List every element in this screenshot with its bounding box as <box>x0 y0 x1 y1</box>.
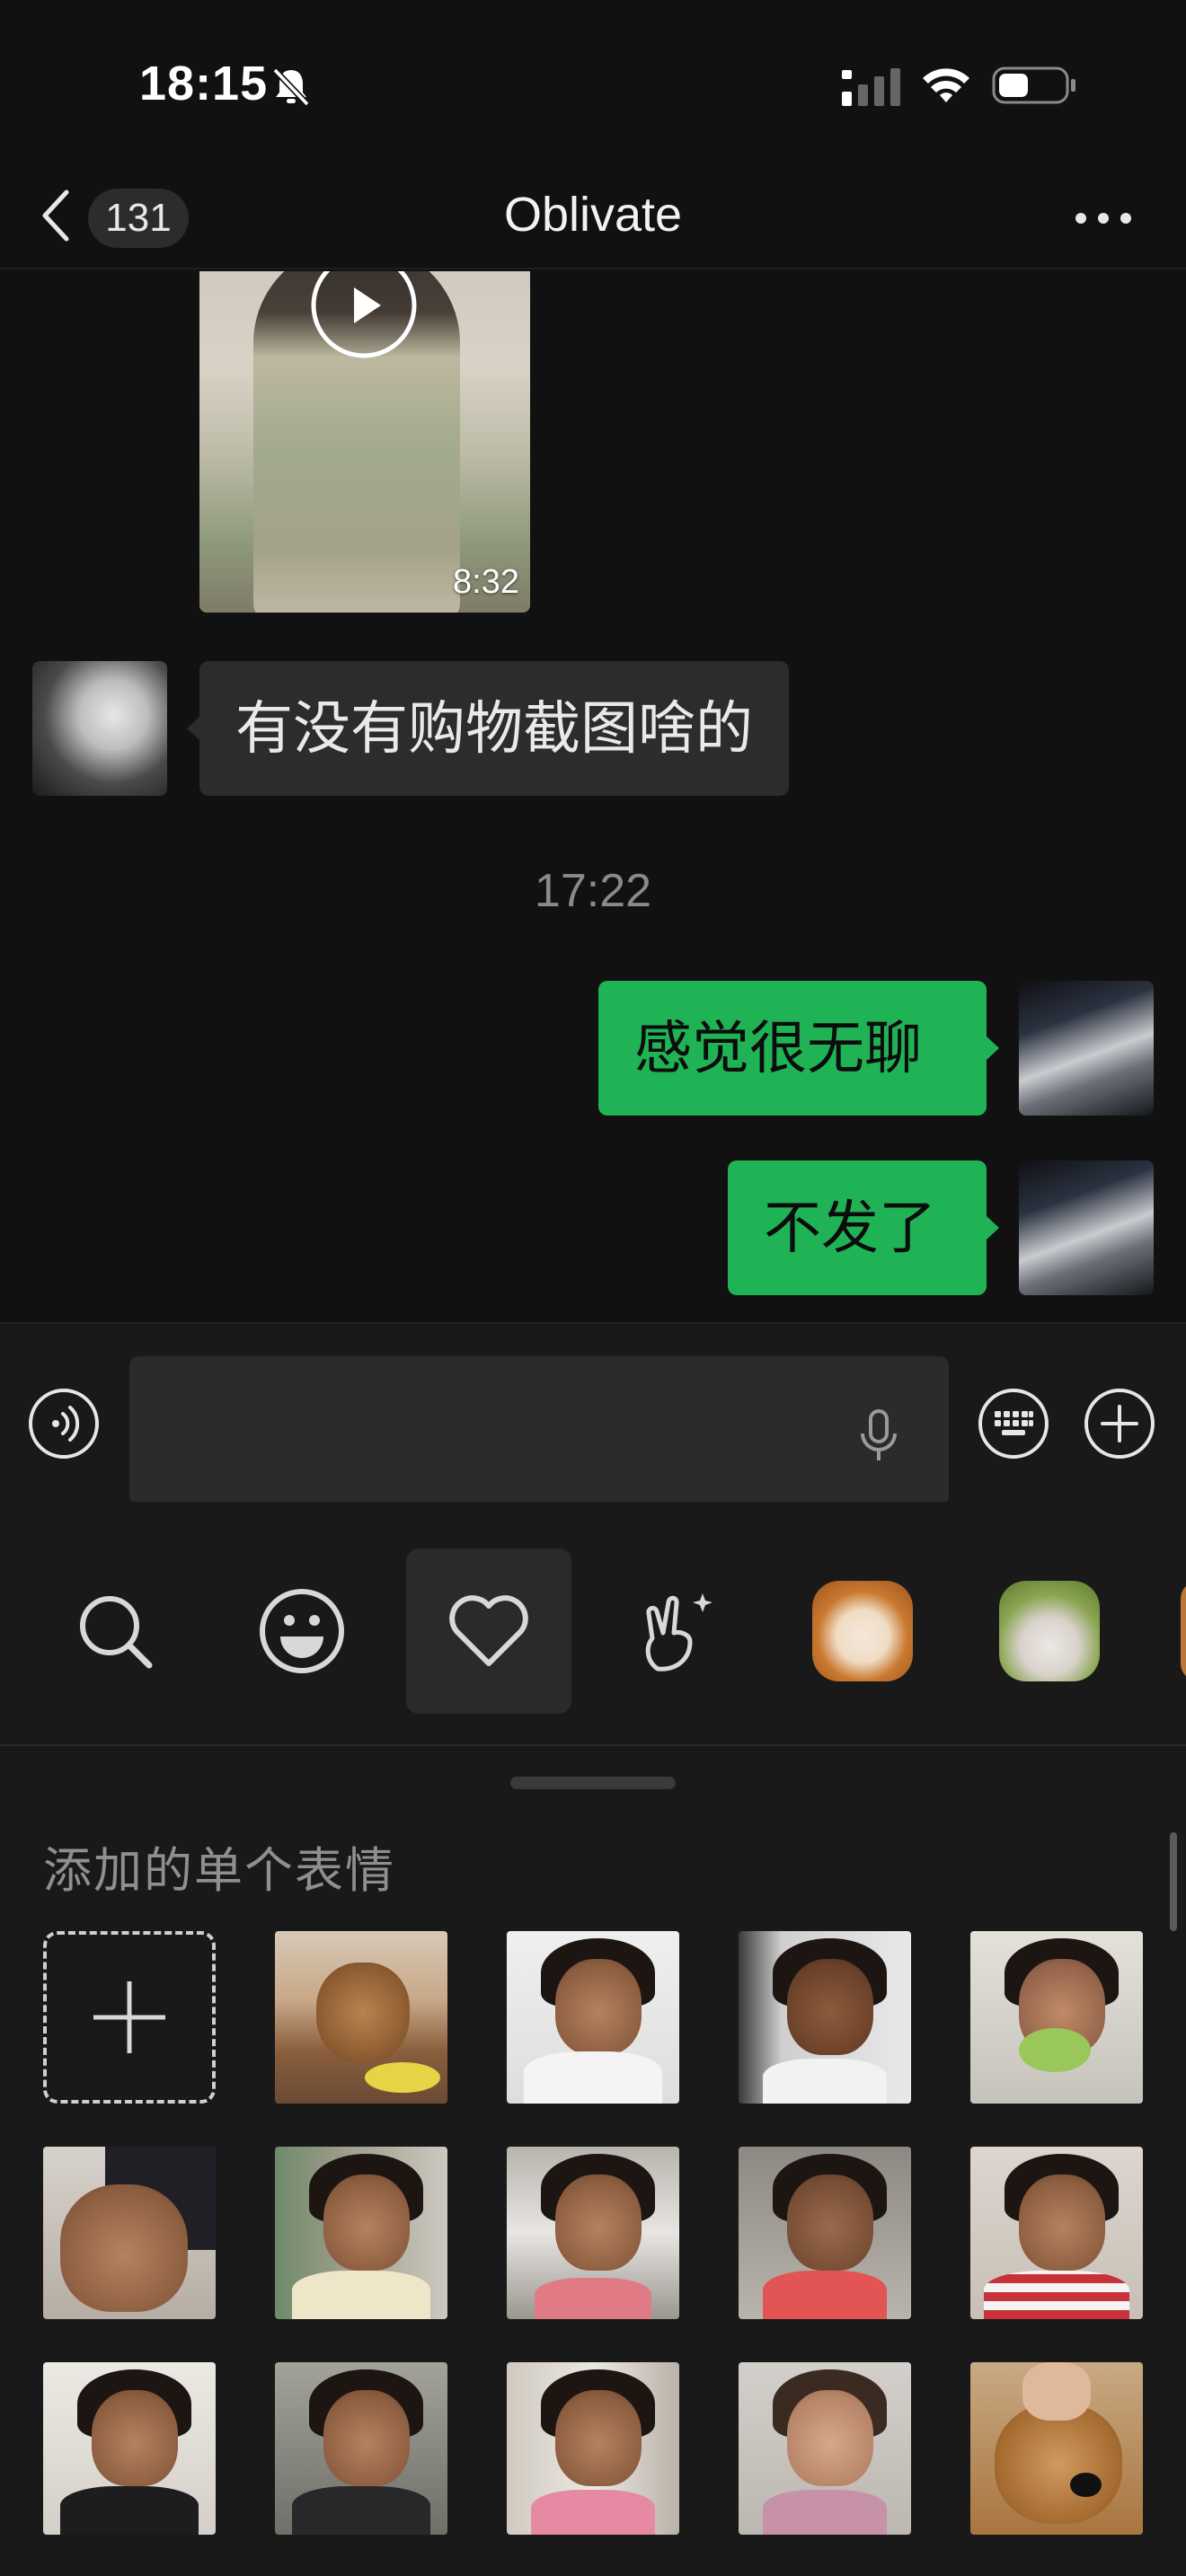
sticker-item[interactable] <box>275 2362 447 2535</box>
my-avatar[interactable] <box>1019 1160 1154 1295</box>
message-text: 感觉很无聊 <box>634 1016 922 1081</box>
sticker-item[interactable] <box>970 2362 1143 2535</box>
victory-hand-icon <box>645 1593 712 1672</box>
sticker-tab-bar <box>0 1502 1186 1746</box>
sticker-item[interactable] <box>970 2147 1143 2319</box>
message-list[interactable]: 8:32 有没有购物截图啥的 17:22 感觉很无聊 不发了 <box>0 271 1186 1322</box>
keyboard-toggle-icon[interactable] <box>977 1387 1050 1460</box>
section-title: 添加的单个表情 <box>43 1844 395 1898</box>
tab-emoji[interactable] <box>219 1548 385 1714</box>
heart-icon <box>449 1595 528 1666</box>
cellular-signal-icon <box>842 68 900 106</box>
time-separator: 17:22 <box>534 865 652 917</box>
dog-sticker-icon <box>812 1581 913 1681</box>
wifi-icon <box>923 68 969 102</box>
sticker-pack-icon <box>1181 1581 1186 1681</box>
plus-icon <box>93 1981 165 2053</box>
sticker-item[interactable] <box>739 2147 911 2319</box>
video-message[interactable]: 8:32 <box>199 271 530 613</box>
more-functions-plus-icon[interactable] <box>1083 1387 1156 1460</box>
sticker-item[interactable] <box>739 2362 911 2535</box>
sticker-item[interactable] <box>275 2147 447 2319</box>
sticker-item[interactable] <box>507 1931 679 2104</box>
sticker-item[interactable] <box>275 1931 447 2104</box>
sticker-panel: 添加的单个表情 <box>0 1746 1186 2576</box>
message-bubble-received[interactable]: 有没有购物截图啥的 <box>187 661 789 796</box>
voice-input-toggle-icon[interactable] <box>27 1387 101 1460</box>
bubble-tail <box>987 1037 999 1060</box>
add-sticker-button[interactable] <box>43 1931 216 2104</box>
play-icon <box>311 271 417 358</box>
sticker-item[interactable] <box>43 2362 216 2535</box>
more-options-icon[interactable] <box>1072 205 1135 232</box>
message-input[interactable] <box>129 1356 949 1505</box>
chat-header: 131 Oblivate <box>0 171 1186 269</box>
scrollbar-thumb[interactable] <box>1170 1832 1177 1931</box>
video-duration: 8:32 <box>453 563 519 601</box>
tab-frog-hat-sticker[interactable] <box>967 1548 1132 1714</box>
bubble-tail <box>187 717 199 740</box>
tab-dog-sticker[interactable] <box>780 1548 945 1714</box>
battery-icon <box>992 66 1075 104</box>
message-bubble-sent[interactable]: 不发了 <box>728 1160 999 1295</box>
message-bubble-sent[interactable]: 感觉很无聊 <box>598 981 999 1116</box>
sticker-item[interactable] <box>507 2362 679 2535</box>
sticker-item[interactable] <box>507 2147 679 2319</box>
frog-hat-sticker-icon <box>999 1581 1100 1681</box>
input-bar <box>0 1322 1186 1505</box>
tab-search[interactable] <box>32 1548 198 1714</box>
tab-victory[interactable] <box>593 1548 758 1714</box>
bubble-tail <box>987 1216 999 1239</box>
tab-more-sticker[interactable] <box>1154 1548 1186 1714</box>
panel-drag-handle[interactable] <box>510 1777 676 1789</box>
sticker-grid <box>43 1931 1143 2560</box>
chat-title: Oblivate <box>503 188 683 242</box>
status-bar: 18:15 <box>0 0 1186 171</box>
sticker-item[interactable] <box>739 1931 911 2104</box>
tab-favorites[interactable] <box>406 1548 571 1714</box>
bell-muted-icon <box>272 67 310 107</box>
emoji-face-icon <box>260 1589 344 1673</box>
microphone-icon[interactable] <box>857 1408 900 1464</box>
message-text: 不发了 <box>764 1195 936 1260</box>
contact-avatar[interactable] <box>32 661 167 796</box>
status-time: 18:15 <box>139 57 269 110</box>
sticker-item[interactable] <box>43 2147 216 2319</box>
sticker-item[interactable] <box>970 1931 1143 2104</box>
search-icon <box>80 1596 153 1669</box>
my-avatar[interactable] <box>1019 981 1154 1116</box>
message-text: 有没有购物截图啥的 <box>235 696 753 761</box>
